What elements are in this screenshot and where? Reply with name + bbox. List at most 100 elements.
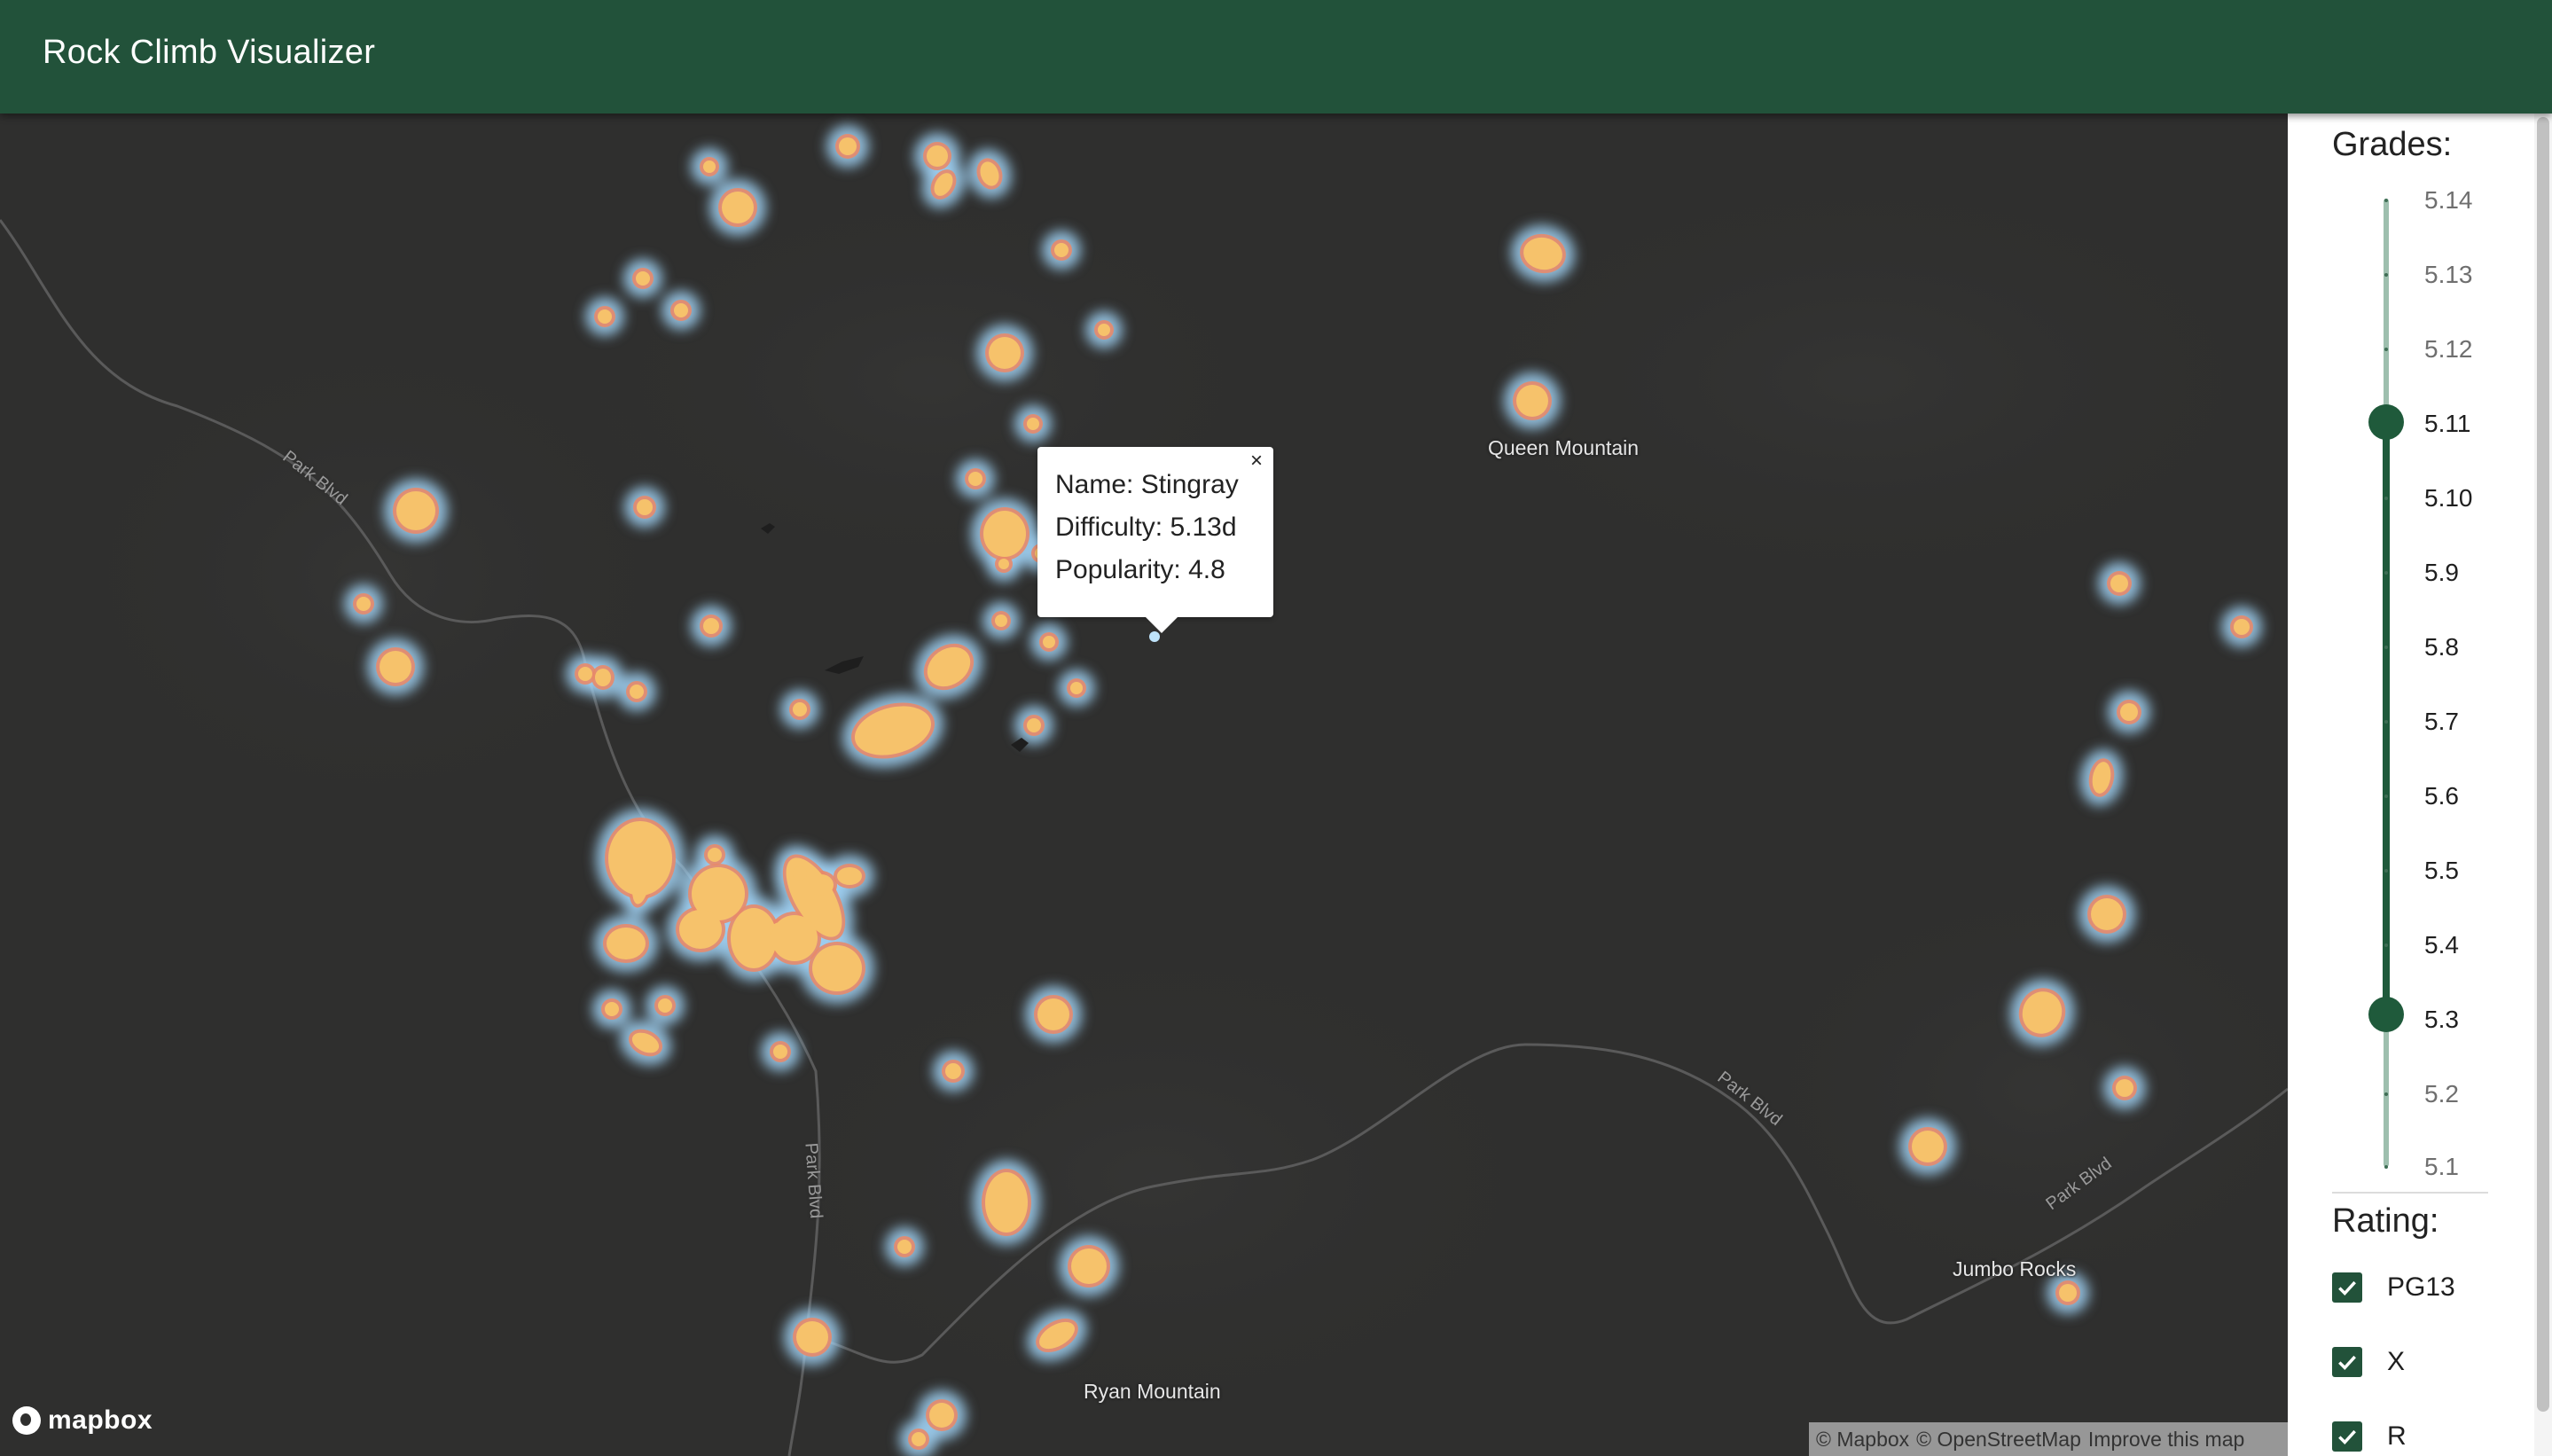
climb-heat-point bbox=[731, 908, 777, 968]
mapbox-icon bbox=[12, 1406, 41, 1435]
map-canvas[interactable] bbox=[0, 114, 2288, 1456]
climb-heat-point bbox=[1070, 682, 1083, 694]
popup-name: Name: Stingray bbox=[1055, 470, 1239, 499]
climb-heat-point bbox=[793, 702, 807, 716]
climb-heat-point bbox=[998, 559, 1009, 569]
map-attribution: © Mapbox © OpenStreetMap Improve this map bbox=[1809, 1422, 2288, 1456]
checkbox-r[interactable] bbox=[2332, 1421, 2362, 1452]
grade-slider-mark bbox=[2384, 199, 2388, 202]
climb-heat-point bbox=[1027, 418, 1039, 430]
grade-slider-min-thumb[interactable] bbox=[2368, 997, 2404, 1032]
climb-heat-point bbox=[812, 945, 862, 991]
climb-heat-point bbox=[608, 821, 672, 896]
climb-heat-point bbox=[809, 874, 834, 896]
climb-heat-point bbox=[598, 309, 612, 324]
filter-sidebar: Grades: 5.14 5.13 5.12 5.11 5.10 5.9 5.8… bbox=[2288, 114, 2552, 1456]
climb-heat-point bbox=[674, 303, 688, 317]
place-label-ryan-mountain: Ryan Mountain bbox=[1084, 1380, 1221, 1403]
climb-heat-point bbox=[793, 866, 807, 881]
climb-heat-point bbox=[1516, 385, 1548, 417]
climb-heat-point bbox=[1027, 718, 1041, 732]
grade-slider-mark bbox=[2384, 497, 2388, 500]
grade-slider-mark bbox=[2384, 869, 2388, 873]
climb-heat-point bbox=[897, 1240, 912, 1254]
grade-tick-label: 5.13 bbox=[2424, 261, 2473, 288]
grade-tick-label: 5.7 bbox=[2424, 708, 2459, 735]
scrollbar-thumb[interactable] bbox=[2537, 117, 2549, 1412]
grade-slider-mark bbox=[2384, 571, 2388, 575]
grade-slider-mark bbox=[2384, 348, 2388, 351]
climb-heat-point bbox=[2116, 1079, 2133, 1097]
grades-title: Grades: bbox=[2332, 126, 2453, 163]
attribution-mapbox-link[interactable]: © Mapbox bbox=[1816, 1428, 1909, 1451]
grade-slider-max-thumb[interactable] bbox=[2368, 404, 2404, 440]
climb-heat-point bbox=[912, 1432, 926, 1446]
mapbox-logo[interactable]: mapbox bbox=[12, 1403, 153, 1438]
checkbox-x[interactable] bbox=[2332, 1347, 2362, 1377]
rating-title: Rating: bbox=[2332, 1202, 2439, 1240]
climb-heat-point bbox=[989, 337, 1021, 369]
improve-map-link[interactable]: Improve this map bbox=[2088, 1428, 2244, 1451]
grade-slider-mark bbox=[2384, 1092, 2388, 1096]
attribution-osm-link[interactable]: © OpenStreetMap bbox=[1916, 1428, 2081, 1451]
grade-tick-label: 5.9 bbox=[2424, 559, 2459, 586]
place-label-jumbo-rocks: Jumbo Rocks bbox=[1953, 1257, 2077, 1280]
climb-heat-point bbox=[356, 597, 371, 611]
climb-heat-point bbox=[679, 910, 722, 949]
climb-heat-point bbox=[605, 1002, 619, 1016]
rating-option-r[interactable]: R bbox=[2332, 1417, 2407, 1456]
checkbox-pg13[interactable] bbox=[2332, 1272, 2362, 1303]
climb-heat-point bbox=[380, 651, 411, 683]
app-title: Rock Climb Visualizer bbox=[43, 34, 376, 71]
grade-slider-mark bbox=[2384, 273, 2388, 277]
climb-heat-point bbox=[929, 1403, 954, 1428]
grade-tick-label: 5.8 bbox=[2424, 633, 2459, 661]
climb-heat-point bbox=[2110, 575, 2128, 592]
climb-heat-point bbox=[1054, 243, 1069, 257]
grade-slider-mark bbox=[2384, 795, 2388, 798]
grade-tick-label: 5.4 bbox=[2424, 931, 2459, 959]
climb-heat-point bbox=[722, 192, 754, 223]
climb-heat-point bbox=[773, 1045, 787, 1059]
grade-tick-label: 5.11 bbox=[2424, 410, 2471, 437]
climb-heat-point bbox=[1098, 324, 1110, 336]
popup-close-button[interactable]: × bbox=[1250, 450, 1263, 472]
climb-heat-point bbox=[1912, 1131, 1944, 1162]
climb-heat-point bbox=[985, 1172, 1028, 1233]
climb-heat-point bbox=[1037, 998, 1069, 1030]
place-label-queen-mountain: Queen Mountain bbox=[1488, 436, 1640, 459]
grade-tick-label: 5.5 bbox=[2424, 857, 2459, 884]
climb-heat-point bbox=[2120, 703, 2138, 721]
popup-difficulty: Difficulty: 5.13d bbox=[1055, 513, 1237, 542]
mapbox-logo-text: mapbox bbox=[48, 1405, 153, 1435]
climb-heat-point bbox=[796, 1321, 828, 1353]
grade-tick-label: 5.14 bbox=[2424, 186, 2473, 214]
climb-heat-point bbox=[837, 867, 862, 885]
climb-heat-point bbox=[839, 137, 857, 155]
climb-heat-point bbox=[637, 499, 653, 515]
grade-tick-label: 5.3 bbox=[2424, 1006, 2459, 1033]
check-icon bbox=[2338, 1280, 2356, 1296]
terrain-texture bbox=[35, 149, 2288, 1444]
check-icon bbox=[2338, 1355, 2356, 1371]
grade-slider-mark bbox=[2384, 720, 2388, 724]
grade-tick-label: 5.10 bbox=[2424, 484, 2473, 512]
climb-heat-point bbox=[2059, 1284, 2077, 1302]
grade-slider-mark bbox=[2384, 646, 2388, 649]
rating-option-pg13[interactable]: PG13 bbox=[2332, 1268, 2455, 1307]
rating-label: PG13 bbox=[2387, 1272, 2455, 1302]
climb-heat-point bbox=[658, 998, 672, 1013]
climb-heat-point bbox=[607, 928, 646, 959]
grade-tick-label: 5.12 bbox=[2424, 335, 2473, 363]
climb-heat-point bbox=[630, 685, 644, 699]
climb-heat-point bbox=[1071, 1249, 1107, 1284]
sidebar-scrollbar[interactable] bbox=[2534, 114, 2552, 1456]
section-divider bbox=[2332, 1192, 2488, 1194]
climb-heat-point bbox=[703, 160, 716, 173]
grade-tick-label: 5.6 bbox=[2424, 782, 2459, 810]
rating-option-x[interactable]: X bbox=[2332, 1342, 2405, 1382]
grade-slider-track[interactable] bbox=[2383, 422, 2390, 1016]
climb-heat-point bbox=[708, 848, 722, 862]
map-view[interactable]: Queen Mountain Jumbo Rocks Ryan Mountain… bbox=[0, 114, 2288, 1456]
climb-heat-point bbox=[578, 667, 592, 681]
